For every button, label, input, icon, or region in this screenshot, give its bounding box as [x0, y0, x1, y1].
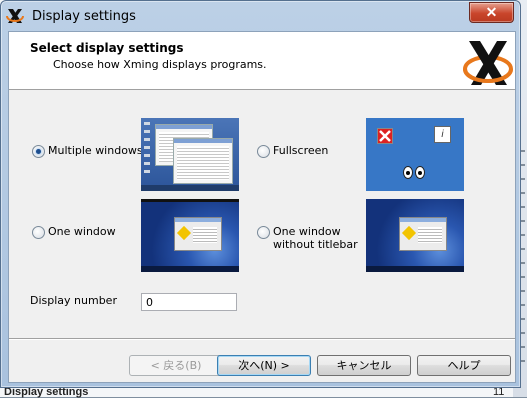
display-number-label: Display number — [30, 294, 117, 307]
radio-button-one-window-no-titlebar[interactable] — [257, 226, 270, 239]
xming-x-icon — [6, 9, 24, 23]
radio-one-window-no-titlebar[interactable]: One window without titlebar — [257, 225, 358, 251]
preview-one-window — [141, 199, 239, 272]
page-title: Select display settings — [30, 41, 184, 55]
wizard-header: Select display settings Choose how Xming… — [9, 32, 515, 90]
desktop-icons — [144, 122, 150, 178]
preview-multiple-windows — [141, 118, 239, 191]
display-settings-dialog: Display settings ✕ Select display settin… — [0, 0, 521, 388]
button-separator — [9, 338, 515, 340]
help-button[interactable]: ヘルプ — [417, 355, 511, 376]
preview-taskbar — [141, 185, 239, 191]
window-title: Display settings — [32, 9, 136, 24]
radio-label-fullscreen: Fullscreen — [273, 144, 329, 157]
titlebar[interactable]: Display settings ✕ — [1, 1, 520, 30]
page-subtitle: Choose how Xming displays programs. — [53, 58, 267, 71]
radio-label-one-window: One window — [48, 225, 116, 238]
preview-dialog — [174, 217, 222, 251]
preview-window-titlebar — [141, 199, 239, 202]
xming-logo-icon — [463, 41, 513, 85]
back-button[interactable]: < 戻る(B) — [129, 355, 223, 376]
xeyes-icon — [403, 166, 425, 179]
next-button[interactable]: 次へ(N) > — [217, 355, 311, 376]
radio-label-multiple-windows: Multiple windows — [48, 144, 143, 157]
close-button[interactable]: ✕ — [469, 2, 514, 23]
radio-label-one-window-no-titlebar: One window without titlebar — [273, 225, 358, 251]
preview-fullscreen: i — [366, 118, 464, 191]
preview-window-editor — [173, 138, 233, 184]
radio-button-one-window[interactable] — [32, 226, 45, 239]
display-number-input[interactable]: 0 — [141, 293, 237, 311]
dialog-body: Select display settings Choose how Xming… — [8, 31, 516, 383]
radio-one-window[interactable]: One window — [32, 225, 116, 239]
radio-fullscreen[interactable]: Fullscreen — [257, 144, 328, 158]
x-logo-icon — [377, 128, 393, 144]
radio-button-fullscreen[interactable] — [257, 145, 270, 158]
radio-multiple-windows[interactable]: Multiple windows — [32, 144, 143, 158]
preview-one-window-no-titlebar — [366, 199, 464, 272]
radio-button-multiple-windows[interactable] — [32, 145, 45, 158]
preview-dialog — [399, 217, 447, 251]
preview-taskbar — [141, 266, 239, 272]
info-icon: i — [434, 126, 451, 143]
preview-taskbar — [366, 266, 464, 272]
cancel-button[interactable]: キャンセル — [317, 355, 411, 376]
